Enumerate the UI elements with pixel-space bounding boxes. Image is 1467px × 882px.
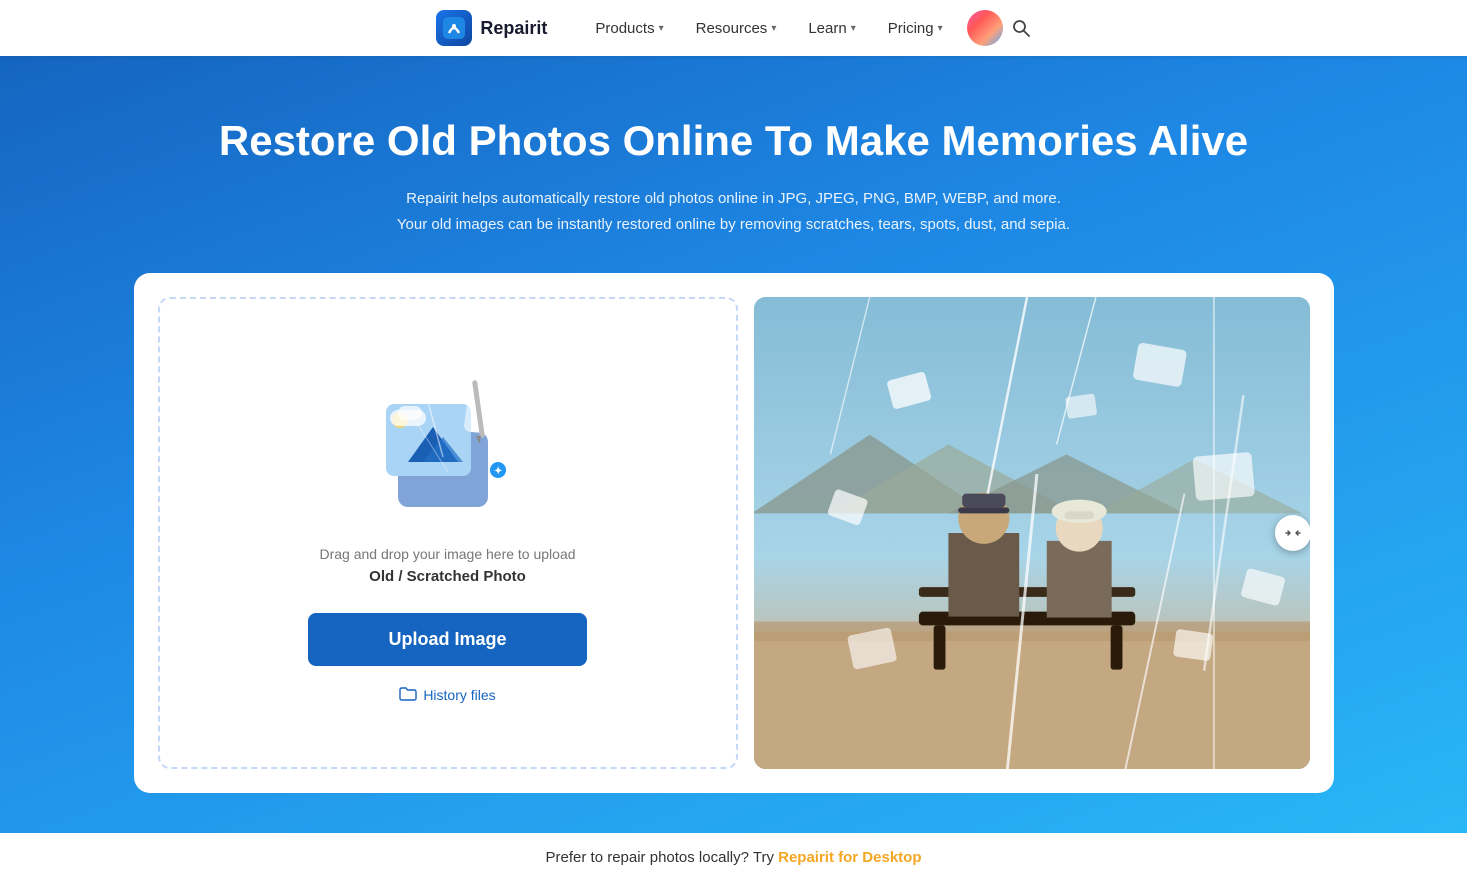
desktop-app-link[interactable]: Repairit for Desktop [778, 849, 921, 866]
upload-panel: ✦ Drag and drop your image here to uploa… [158, 297, 738, 769]
before-after-slider[interactable] [1275, 515, 1310, 551]
nav-products[interactable]: Products ▾ [579, 0, 679, 56]
folder-icon [399, 686, 417, 705]
logo-text: Repairit [480, 18, 547, 39]
drag-drop-text: Drag and drop your image here to upload [319, 546, 575, 562]
logo[interactable]: Repairit [436, 10, 547, 46]
avatar[interactable] [967, 10, 1003, 46]
svg-text:✦: ✦ [494, 466, 502, 477]
nav-resources[interactable]: Resources ▾ [680, 0, 793, 56]
history-files-label: History files [423, 687, 495, 703]
upload-illustration: ✦ [368, 362, 528, 522]
photo-type-label: Old / Scratched Photo [369, 568, 526, 585]
history-files-link[interactable]: History files [399, 686, 495, 705]
footer-bar: Prefer to repair photos locally? Try Rep… [0, 833, 1467, 882]
footer-text: Prefer to repair photos locally? Try [546, 849, 779, 866]
nav-learn[interactable]: Learn ▾ [792, 0, 871, 56]
hero-title: Restore Old Photos Online To Make Memori… [20, 116, 1447, 166]
nav-pricing-label: Pricing [888, 20, 934, 37]
logo-icon [436, 10, 472, 46]
nav-pricing[interactable]: Pricing ▾ [872, 0, 959, 56]
hero-subtitle: Repairit helps automatically restore old… [20, 186, 1447, 237]
chevron-down-icon: ▾ [771, 23, 776, 34]
chevron-down-icon: ▾ [851, 23, 856, 34]
navbar: Repairit Products ▾ Resources ▾ Learn ▾ … [0, 0, 1467, 56]
hero-section: Restore Old Photos Online To Make Memori… [0, 56, 1467, 833]
preview-image [754, 297, 1310, 769]
main-card: ✦ Drag and drop your image here to uploa… [134, 273, 1334, 793]
upload-image-button[interactable]: Upload Image [308, 613, 586, 666]
search-icon[interactable] [1011, 18, 1031, 38]
chevron-down-icon: ▾ [938, 23, 943, 34]
nav-products-label: Products [595, 20, 654, 37]
preview-panel [754, 297, 1310, 769]
chevron-down-icon: ▾ [659, 23, 664, 34]
nav-learn-label: Learn [808, 20, 846, 37]
nav-resources-label: Resources [696, 20, 768, 37]
